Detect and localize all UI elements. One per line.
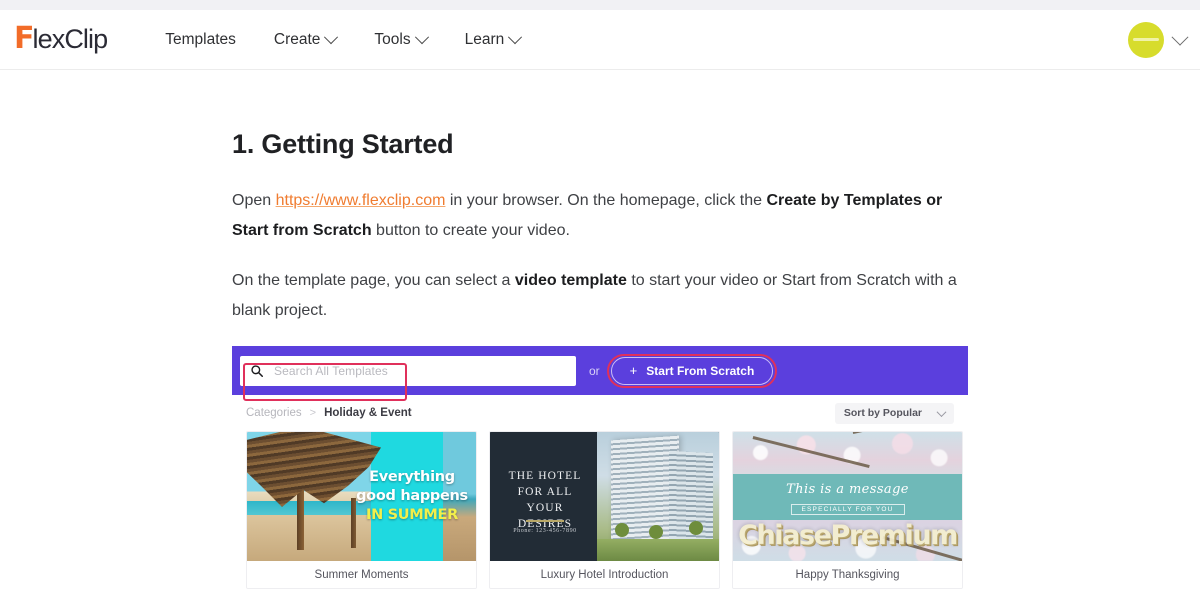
breadcrumb-and-sort-row: Categories > Holiday & Event Sort by Pop… (232, 395, 968, 432)
nav-item-templates[interactable]: Templates (163, 25, 238, 55)
divider (526, 520, 564, 522)
umbrella-pole-icon (297, 490, 304, 551)
overlay-line-1: THE HOTEL (508, 470, 582, 483)
template-thumbnail: This is a message ESPECIALLY FOR YOU Chi… (733, 432, 962, 562)
browser-top-strip (0, 0, 1200, 10)
chevron-down-icon[interactable] (1171, 28, 1189, 46)
template-overlay-subtext: ESPECIALLY FOR YOU (790, 504, 905, 516)
paragraph-template-bold: video template (514, 272, 627, 290)
logo-wordmark: lexClip (32, 24, 109, 54)
main-navigation: Templates Create Tools Learn (163, 25, 523, 55)
overlay-line-2: good happens (356, 488, 468, 505)
chevron-down-icon (936, 407, 947, 417)
chevron-down-icon (508, 29, 523, 44)
site-header: F lexClip Templates Create Tools Learn (0, 10, 1200, 70)
nav-label-tools: Tools (374, 30, 411, 48)
plus-icon: + (629, 363, 638, 379)
flexclip-logo[interactable]: F lexClip (14, 20, 109, 56)
nav-item-tools[interactable]: Tools (372, 25, 429, 55)
template-card-title: Luxury Hotel Introduction (490, 561, 719, 589)
search-input-placeholder: Search All Templates (274, 363, 388, 378)
paragraph-intro-pre: Open (232, 192, 276, 210)
template-overlay-text: Everything good happens IN SUMMER (351, 468, 473, 525)
start-from-scratch-area: + Start From Scratch (606, 353, 778, 388)
nav-item-learn[interactable]: Learn (463, 25, 523, 55)
template-card-grid: Everything good happens IN SUMMER Summer… (232, 431, 968, 589)
search-area: Search All Templates (240, 355, 576, 401)
overlay-line-1: Everything (369, 469, 455, 486)
sort-by-label: Sort by Popular (843, 407, 922, 420)
template-card[interactable]: This is a message ESPECIALLY FOR YOU Chi… (732, 431, 963, 589)
avatar[interactable] (1128, 21, 1164, 58)
ground-decoration (597, 539, 719, 562)
template-card-title: Summer Moments (247, 561, 476, 589)
hotel-phone-text: Phone: 123-456-7890 (513, 528, 577, 535)
sort-by-dropdown[interactable]: Sort by Popular (834, 402, 954, 424)
paragraph-intro: Open https://www.flexclip.com in your br… (232, 186, 968, 246)
breadcrumb-root[interactable]: Categories (246, 407, 302, 419)
overlay-line-2: FOR ALL YOUR (517, 486, 573, 515)
template-card-title: Happy Thanksgiving (733, 561, 962, 589)
search-input-wrapper[interactable]: Search All Templates (240, 355, 576, 386)
paragraph-intro-post: button to create your video. (371, 222, 570, 240)
template-card[interactable]: THE HOTEL FOR ALL YOUR DESIRES Phone: 12… (489, 431, 720, 589)
flexclip-url-link[interactable]: https://www.flexclip.com (276, 192, 446, 209)
template-overlay-text: THE HOTEL FOR ALL YOUR DESIRES (500, 468, 590, 532)
template-search-bar: Search All Templates or + Start From Scr… (232, 346, 968, 401)
breadcrumb-current: Holiday & Event (324, 407, 412, 420)
search-icon (251, 365, 264, 377)
nav-item-create[interactable]: Create (272, 25, 339, 55)
watermark-text: ChiasePremium (738, 520, 958, 552)
page-title: 1. Getting Started (232, 129, 454, 159)
header-account-area (1128, 21, 1189, 58)
start-from-scratch-label: Start From Scratch (646, 363, 755, 378)
embedded-screenshot: Search All Templates or + Start From Scr… (232, 346, 968, 589)
chevron-down-icon (324, 29, 339, 44)
chevron-down-icon (414, 29, 429, 44)
article-body: 1. Getting Started Open https://www.flex… (232, 70, 968, 589)
nav-label-templates: Templates (165, 30, 236, 48)
breadcrumb-separator-icon: > (309, 407, 317, 420)
paragraph-template-pre: On the template page, you can select a (232, 272, 515, 290)
hotel-photo-decoration (597, 432, 719, 562)
template-thumbnail: THE HOTEL FOR ALL YOUR DESIRES Phone: 12… (490, 432, 719, 562)
nav-label-create: Create (273, 30, 321, 48)
template-overlay-text: This is a message (786, 482, 909, 498)
overlay-line-3: IN SUMMER (365, 507, 459, 524)
template-card[interactable]: Everything good happens IN SUMMER Summer… (246, 431, 477, 589)
paragraph-template-page: On the template page, you can select a v… (232, 266, 968, 326)
nav-label-learn: Learn (464, 30, 505, 48)
start-from-scratch-button[interactable]: + Start From Scratch (610, 356, 774, 385)
paragraph-intro-mid: in your browser. On the homepage, click … (445, 192, 767, 210)
or-separator-label: or (589, 363, 600, 378)
logo-mark-icon: F (14, 20, 34, 56)
template-thumbnail: Everything good happens IN SUMMER (247, 432, 476, 562)
